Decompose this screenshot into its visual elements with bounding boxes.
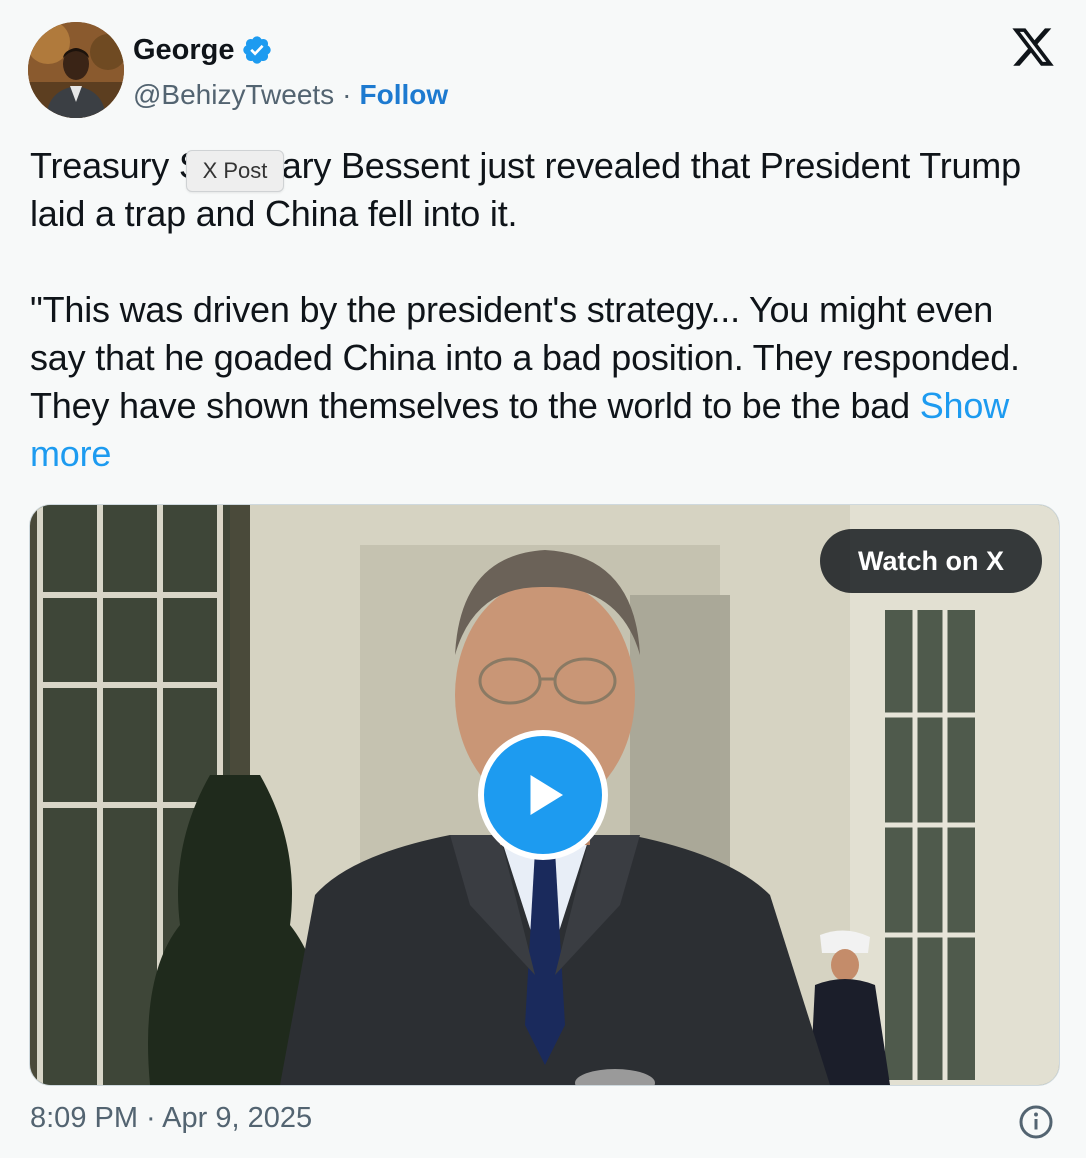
verified-badge-icon	[242, 36, 271, 64]
tweet-timestamp[interactable]: 8:09 PM · Apr 9, 2025	[30, 1102, 312, 1135]
avatar[interactable]	[28, 22, 124, 118]
video-player[interactable]: Watch on X	[29, 504, 1060, 1086]
watch-on-x-button[interactable]: Watch on X	[820, 529, 1042, 593]
author-name[interactable]: George	[133, 34, 235, 67]
x-logo-icon[interactable]	[1010, 24, 1056, 70]
x-post-tooltip: X Post	[186, 150, 284, 192]
author-handle-row: @BehizyTweets · Follow	[133, 76, 448, 114]
tweet-text: Treasury Secretary Bessent just revealed…	[30, 142, 1040, 478]
avatar-image	[28, 22, 124, 118]
info-icon[interactable]	[1018, 1104, 1054, 1140]
play-icon	[530, 775, 563, 815]
tweet-body: Treasury Secretary Bessent just revealed…	[30, 145, 1021, 426]
follow-button[interactable]: Follow	[360, 79, 449, 111]
tweet-embed-card: George @BehizyTweets · Follow Treasury S…	[0, 0, 1086, 1158]
handle-separator: ·	[342, 79, 352, 110]
author-handle[interactable]: @BehizyTweets	[133, 79, 334, 111]
author-name-row: George	[133, 30, 273, 70]
play-button[interactable]	[478, 730, 608, 860]
